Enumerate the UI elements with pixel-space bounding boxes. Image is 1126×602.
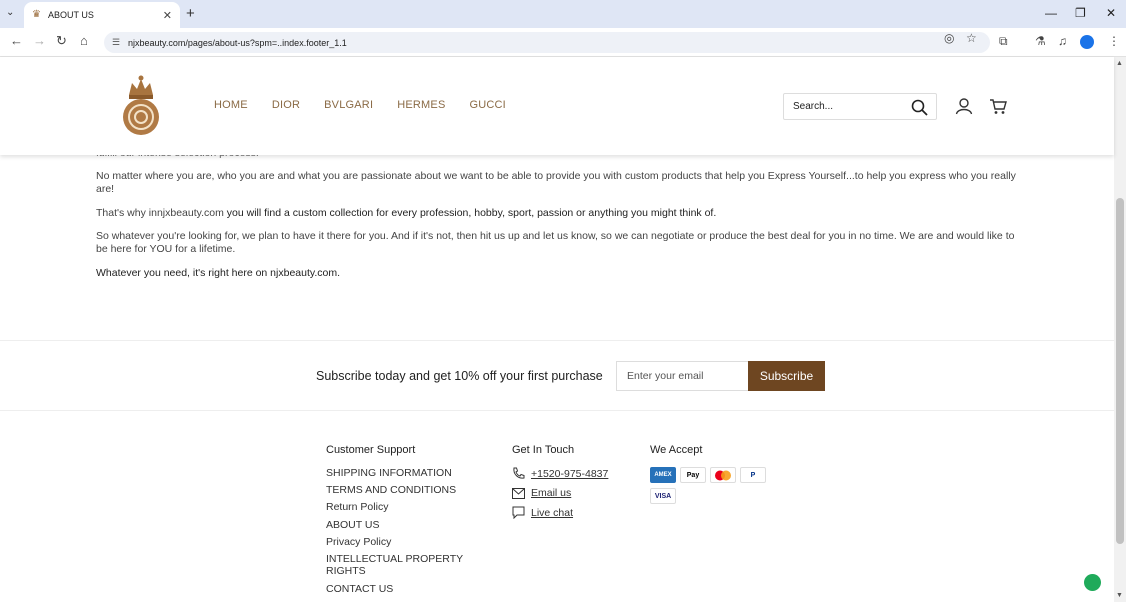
url-text: njxbeauty.com/pages/about-us?spm=..index… <box>128 37 347 48</box>
browser-tab-bar: ⌄ ♛ ABOUT US ✕ + — ❐ ✕ <box>0 0 1126 28</box>
email-link[interactable]: Email us <box>512 487 571 499</box>
accept-heading: We Accept <box>650 444 703 456</box>
chat-label: Live chat <box>531 506 574 519</box>
search-placeholder: Search... <box>793 101 834 112</box>
amex-icon: AMEX <box>650 467 676 483</box>
link-terms[interactable]: TERMS AND CONDITIONS <box>326 484 456 496</box>
search-input[interactable]: Search... <box>783 93 937 120</box>
minimize-icon[interactable]: — <box>1045 6 1057 20</box>
site-info-icon[interactable]: ☰ <box>112 37 120 48</box>
media-icon[interactable]: ♫ <box>1058 34 1067 48</box>
account-icon[interactable] <box>955 97 973 115</box>
subscribe-button[interactable]: Subscribe <box>748 361 825 391</box>
paragraph-2-start: That's why innjxbeauty.com <box>96 207 224 219</box>
paragraph-2-emphasis: you will find a custom collection for ev… <box>223 207 717 219</box>
extensions-icon[interactable]: ⧉ <box>999 34 1008 49</box>
forward-icon[interactable]: → <box>33 33 46 48</box>
about-paragraph-1: No matter where you are, who you are and… <box>96 170 1016 195</box>
bookmark-star-icon[interactable]: ☆ <box>966 31 977 45</box>
link-privacy[interactable]: Privacy Policy <box>326 536 391 548</box>
scrollbar-thumb[interactable] <box>1116 198 1124 544</box>
support-heading: Customer Support <box>326 444 416 456</box>
browser-toolbar: ← → ↻ ⌂ ☰ njxbeauty.com/pages/about-us?s… <box>0 28 1126 57</box>
link-shipping[interactable]: SHIPPING INFORMATION <box>326 467 452 479</box>
link-contact[interactable]: CONTACT US <box>326 583 393 595</box>
chat-icon <box>512 506 525 519</box>
link-ip-rights[interactable]: INTELLECTUAL PROPERTY RIGHTS <box>326 553 476 577</box>
phone-icon <box>513 467 525 479</box>
nav-dior[interactable]: DIOR <box>272 99 300 111</box>
paypal-icon: P <box>740 467 766 483</box>
eye-off-icon[interactable]: ◎ <box>944 31 954 45</box>
scroll-up-icon[interactable]: ▲ <box>1116 60 1123 67</box>
window-close-icon[interactable]: ✕ <box>1106 6 1116 20</box>
cart-icon[interactable] <box>989 98 1007 115</box>
email-label: Email us <box>531 487 572 499</box>
phone-link[interactable]: +1520-975-4837 <box>512 467 608 480</box>
new-tab-icon[interactable]: + <box>186 5 195 22</box>
home-icon[interactable]: ⌂ <box>80 33 88 48</box>
applepay-icon: Pay <box>680 467 706 483</box>
brand-logo[interactable] <box>118 73 164 137</box>
labs-icon[interactable]: ⚗ <box>1035 34 1046 48</box>
tab-search-icon[interactable]: ⌄ <box>6 7 14 18</box>
about-paragraph-2: That's why innjxbeauty.com you will find… <box>96 207 1026 220</box>
browser-tab[interactable]: ♛ ABOUT US ✕ <box>24 2 180 28</box>
nav-hermes[interactable]: HERMES <box>397 99 445 111</box>
chat-widget-icon[interactable] <box>1084 574 1101 591</box>
reload-icon[interactable]: ↻ <box>56 33 67 49</box>
link-about[interactable]: ABOUT US <box>326 519 379 531</box>
mail-icon <box>512 487 525 499</box>
tab-title: ABOUT US <box>48 10 94 20</box>
nav-gucci[interactable]: GUCCI <box>469 99 505 111</box>
mastercard-icon <box>710 467 736 483</box>
nav-home[interactable]: HOME <box>214 99 248 111</box>
mastercard-circles <box>715 470 731 480</box>
email-field[interactable]: Enter your email <box>616 361 749 391</box>
site-header: HOME DIOR BVLGARI HERMES GUCCI Search... <box>0 57 1114 155</box>
about-paragraph-3: So whatever you're looking for, we plan … <box>96 230 1015 255</box>
link-return[interactable]: Return Policy <box>326 501 388 513</box>
menu-icon[interactable]: ⋮ <box>1108 34 1120 48</box>
subscribe-text: Subscribe today and get 10% off your fir… <box>316 369 603 383</box>
favicon-icon: ♛ <box>32 9 41 20</box>
chat-link[interactable]: Live chat <box>512 506 573 519</box>
back-icon[interactable]: ← <box>10 33 23 48</box>
phone-number: +1520-975-4837 <box>531 467 609 480</box>
restore-icon[interactable]: ❐ <box>1075 6 1086 20</box>
main-nav: HOME DIOR BVLGARI HERMES GUCCI <box>214 99 506 111</box>
profile-avatar-icon[interactable] <box>1080 35 1094 49</box>
nav-bvlgari[interactable]: BVLGARI <box>324 99 373 111</box>
address-bar[interactable]: ☰ njxbeauty.com/pages/about-us?spm=..ind… <box>104 32 990 53</box>
search-icon[interactable] <box>911 99 928 116</box>
scroll-down-icon[interactable]: ▼ <box>1116 592 1123 599</box>
touch-heading: Get In Touch <box>512 444 575 456</box>
email-placeholder: Enter your email <box>627 370 704 382</box>
about-paragraph-4: Whatever you need, it's right here on nj… <box>96 267 341 279</box>
visa-icon: VISA <box>650 488 676 504</box>
close-tab-icon[interactable]: ✕ <box>163 9 172 22</box>
